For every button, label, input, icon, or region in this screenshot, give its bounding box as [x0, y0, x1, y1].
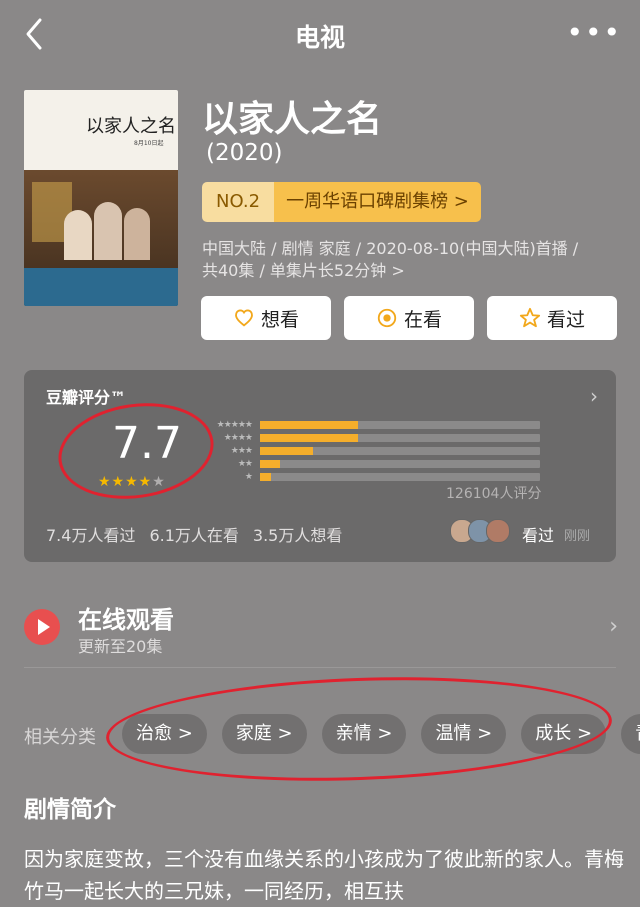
star-icon: [519, 307, 541, 328]
rating-distribution: ★★★★★ ★★★★ ★★★ ★★ ★: [200, 420, 540, 485]
rank-label: 一周华语口碑剧集榜 >: [274, 182, 481, 222]
friends-watched-label[interactable]: 看过: [522, 522, 554, 546]
distribution-row: ★: [200, 472, 540, 482]
circle-dot-icon: [377, 308, 397, 328]
synopsis-text: 因为家庭变故，三个没有血缘关系的小孩成为了彼此新的家人。青梅竹马一起长大的三兄妹…: [24, 847, 624, 903]
friend-avatars[interactable]: [450, 519, 510, 543]
top-bar: 电视 •••: [0, 0, 640, 70]
watched-label: 看过: [546, 308, 585, 331]
avatar: [486, 519, 510, 543]
watching-label: 在看: [403, 308, 442, 331]
watching-button[interactable]: 在看: [344, 296, 474, 340]
meta-line-1: 中国大陆 / 剧情 家庭 / 2020-08-10(中国大陆)首播 /: [202, 239, 579, 258]
poster-figure: [94, 202, 122, 260]
distribution-track: [260, 473, 540, 481]
online-watch-title[interactable]: 在线观看: [78, 600, 174, 635]
annotation-circle: [104, 669, 614, 789]
watching-count[interactable]: 6.1万人在看: [149, 522, 238, 546]
poster-table: [24, 268, 178, 306]
want-to-watch-label: 想看: [260, 308, 299, 331]
poster-figure: [64, 210, 92, 260]
online-watch-subtitle: 更新至20集: [78, 637, 163, 656]
chevron-right-icon[interactable]: ›: [609, 614, 618, 639]
page-title: 电视: [294, 23, 345, 52]
category-chip[interactable]: 青: [621, 714, 640, 754]
play-icon[interactable]: [24, 609, 60, 645]
show-poster[interactable]: 以家人之名 8月10日起: [24, 90, 178, 306]
chevron-right-icon: ›: [590, 384, 598, 408]
poster-figure: [124, 208, 150, 260]
show-title: 以家人之名: [202, 99, 383, 140]
rating-label: 豆瓣评分™: [46, 388, 127, 407]
rank-number: NO.2: [202, 182, 275, 222]
want-count[interactable]: 3.5万人想看: [253, 522, 342, 546]
distribution-star-label: ★: [244, 472, 253, 482]
rank-badge[interactable]: NO.2 一周华语口碑剧集榜 >: [202, 182, 481, 222]
distribution-row: ★★★★: [200, 433, 540, 443]
divider: [24, 667, 616, 668]
watched-button[interactable]: 看过: [487, 296, 617, 340]
distribution-track: [260, 421, 540, 429]
meta-line-2: 共40集 / 单集片长52分钟 >: [202, 261, 405, 280]
distribution-track: [260, 460, 540, 468]
more-dots-icon[interactable]: •••: [566, 18, 622, 48]
distribution-track: [260, 434, 540, 442]
distribution-bar: [260, 421, 358, 429]
watched-count[interactable]: 7.4万人看过: [46, 522, 135, 546]
distribution-row: ★★★: [200, 446, 540, 456]
friends-watched-time: 刚刚: [564, 529, 591, 544]
distribution-bar: [260, 460, 280, 468]
distribution-row: ★★★★★: [200, 420, 540, 430]
poster-note: 8月10日起: [134, 140, 164, 147]
want-to-watch-button[interactable]: 想看: [201, 296, 331, 340]
rater-count: 126104人评分: [446, 486, 542, 502]
distribution-track: [260, 447, 540, 455]
distribution-row: ★★: [200, 459, 540, 469]
distribution-bar: [260, 434, 358, 442]
show-meta[interactable]: 中国大陆 / 剧情 家庭 / 2020-08-10(中国大陆)首播 / 共40集…: [202, 238, 632, 282]
heart-plus-icon: [235, 309, 253, 327]
poster-title: 以家人之名: [86, 116, 176, 137]
watch-stats: 7.4万人看过 6.1万人在看 3.5万人想看: [46, 522, 342, 546]
distribution-bar: [260, 473, 272, 481]
distribution-bar: [260, 447, 314, 455]
synopsis-heading: 剧情简介: [24, 797, 116, 823]
show-year: (2020): [206, 140, 283, 166]
categories-label: 相关分类: [24, 727, 96, 748]
